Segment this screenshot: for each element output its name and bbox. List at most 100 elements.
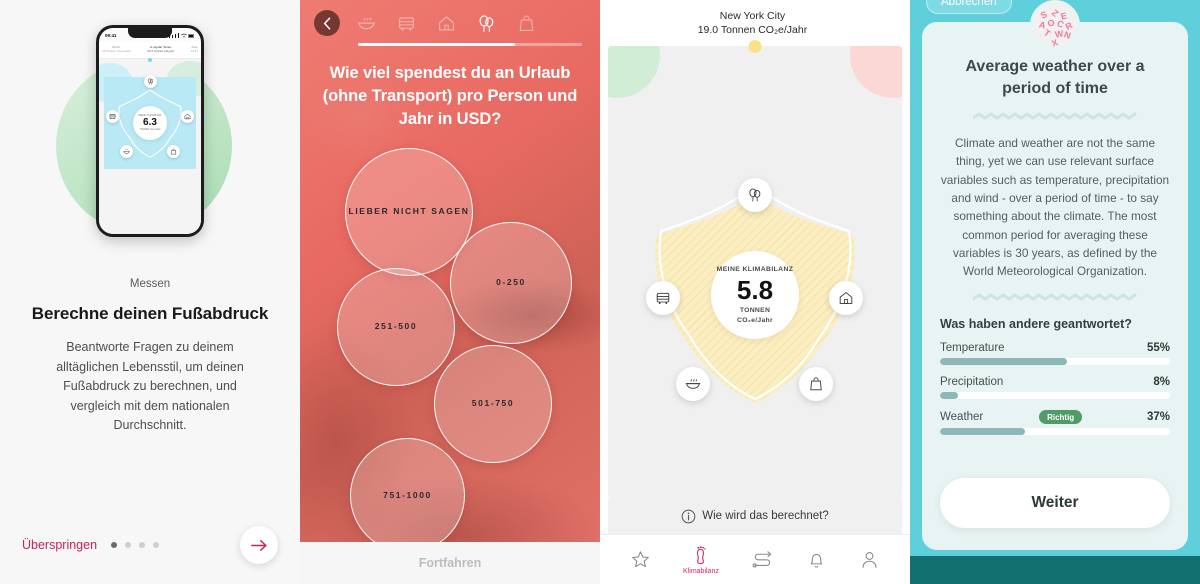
statusbar-time: 09:41 bbox=[105, 32, 117, 38]
poll-row-precipitation: Precipitation 8% bbox=[940, 376, 1170, 400]
category-home-icon[interactable] bbox=[437, 14, 456, 33]
onboarding-kicker: Messen bbox=[129, 278, 171, 290]
poll-pct-weather: 37% bbox=[1146, 411, 1170, 424]
nav-item-notifications[interactable] bbox=[806, 549, 827, 570]
onboarding-body: Beantworte Fragen zu deinem alltäglichen… bbox=[56, 340, 244, 432]
poll-results: Temperature 55% Precipitation 8% Weather bbox=[940, 342, 1170, 446]
answer-bubble-0[interactable]: LIEBER NICHT SAGEN bbox=[345, 148, 473, 276]
poll-row-weather: Weather Richtig 37% bbox=[940, 410, 1170, 436]
result-center-value: 5.8 bbox=[736, 275, 774, 306]
page-dot-4[interactable] bbox=[153, 542, 160, 548]
category-bag-icon[interactable] bbox=[517, 14, 536, 33]
phone-city-center: A regular Texan 24.3 Tonnes CO₂e/yr bbox=[147, 45, 175, 54]
nav-item-route[interactable] bbox=[751, 549, 774, 570]
page-dots bbox=[111, 542, 160, 548]
poll-label-precipitation: Precipitation bbox=[940, 376, 1004, 389]
nav-item-klimabilanz[interactable]: Klimabilanz bbox=[683, 545, 719, 575]
screenshot-strip: 09:41 Berlin 9.8 Tonnen CO₂e/Jahr A regu… bbox=[0, 0, 1200, 584]
wave-divider-top bbox=[972, 112, 1136, 120]
person-icon bbox=[862, 552, 877, 568]
result-node-bowl[interactable] bbox=[676, 367, 710, 401]
star-icon bbox=[632, 551, 649, 568]
explanation-card: S Z E A O C R T W N X Average weather ov… bbox=[922, 0, 1188, 550]
result-center-unit-1: TONNEN bbox=[739, 307, 771, 315]
panel-explanation: Abbrechen S Z E A O C R T W N X Average … bbox=[910, 0, 1200, 584]
footprint-icon bbox=[697, 545, 707, 564]
category-balloon-icon[interactable] bbox=[477, 14, 496, 33]
phone-slider-dot bbox=[148, 58, 152, 62]
answer-bubble-4[interactable]: 751-1000 bbox=[350, 438, 465, 553]
arrow-right-icon bbox=[250, 539, 267, 551]
category-bowl-icon[interactable] bbox=[357, 14, 376, 33]
result-node-balloon[interactable] bbox=[738, 178, 772, 212]
info-icon bbox=[681, 509, 696, 523]
poll-pct-precipitation: 8% bbox=[1153, 376, 1170, 389]
next-button[interactable] bbox=[240, 526, 278, 564]
onboarding-hero: 09:41 Berlin 9.8 Tonnen CO₂e/Jahr A regu… bbox=[0, 0, 300, 268]
correct-badge: Richtig bbox=[1039, 410, 1083, 425]
result-city-center: New York City 19.0 Tonnen CO₂e/Jahr bbox=[697, 9, 808, 36]
map-green-circle bbox=[608, 46, 660, 98]
onboarding-title: Berechne deinen Fußabdruck bbox=[31, 304, 269, 323]
chevron-left-icon bbox=[323, 16, 330, 30]
phone-mockup: 09:41 Berlin 9.8 Tonnen CO₂e/Jahr A regu… bbox=[96, 25, 204, 237]
bottom-nav: Klimabilanz bbox=[600, 534, 910, 584]
result-node-home[interactable] bbox=[829, 281, 863, 315]
back-button[interactable] bbox=[314, 10, 340, 36]
statusbar-icons bbox=[168, 32, 195, 38]
result-slider-dot[interactable] bbox=[748, 40, 762, 53]
skip-button[interactable]: Überspringen bbox=[22, 538, 97, 552]
phone-node-home bbox=[181, 110, 194, 123]
phone-node-balloon bbox=[143, 75, 157, 88]
result-node-bag[interactable] bbox=[799, 367, 833, 401]
nav-item-favorites[interactable] bbox=[630, 549, 651, 570]
poll-label-weather: Weather bbox=[940, 411, 984, 424]
explanation-title: Average weather over a period of time bbox=[965, 58, 1145, 97]
phone-footprint-widget: MEINE KLIMABILANZ 6.3 TONNEN CO₂e/Jahr bbox=[104, 75, 196, 169]
result-center-label: MEINE KLIMABILANZ bbox=[716, 266, 794, 274]
page-dot-1[interactable] bbox=[111, 542, 118, 548]
nav-item-profile[interactable] bbox=[859, 549, 880, 570]
how-calculated-button[interactable]: Wie wird das berechnet? bbox=[608, 498, 902, 534]
phone-center-value: 6.3 bbox=[143, 117, 157, 129]
phone-screen: 09:41 Berlin 9.8 Tonnen CO₂e/Jahr A regu… bbox=[99, 28, 201, 234]
poll-title: Was haben andere geantwortet? bbox=[940, 317, 1132, 332]
phone-node-bus bbox=[106, 110, 119, 123]
answer-bubble-2[interactable]: 251-500 bbox=[337, 268, 455, 386]
panel-onboarding: 09:41 Berlin 9.8 Tonnen CO₂e/Jahr A regu… bbox=[0, 0, 300, 584]
phone-center-unit: TONNEN CO₂e/Jahr bbox=[139, 128, 161, 131]
scattered-letters-icon: S Z E A O C R T W N X bbox=[1030, 0, 1080, 50]
map-pink-circle bbox=[850, 46, 902, 98]
answer-bubble-1[interactable]: 0-250 bbox=[450, 222, 572, 344]
poll-label-temperature: Temperature bbox=[940, 342, 1005, 355]
poll-bar-precipitation bbox=[940, 392, 1170, 400]
phone-node-bowl bbox=[120, 145, 133, 158]
bell-icon bbox=[810, 553, 823, 568]
onboarding-footer: Überspringen bbox=[0, 526, 300, 564]
category-bus-icon[interactable] bbox=[397, 14, 416, 33]
result-center-disc: MEINE KLIMABILANZ 5.8 TONNEN CO₂e/Jahr bbox=[711, 251, 799, 339]
cancel-button[interactable]: Abbrechen bbox=[926, 0, 1012, 14]
question-header bbox=[300, 0, 600, 46]
page-dot-3[interactable] bbox=[139, 542, 146, 548]
poll-bar-weather bbox=[940, 428, 1170, 436]
poll-pct-temperature: 55% bbox=[1146, 342, 1170, 355]
explanation-body: Climate and weather are not the same thi… bbox=[940, 136, 1170, 279]
how-calculated-label: Wie wird das berechnet? bbox=[702, 510, 829, 522]
category-icon-row bbox=[353, 14, 536, 33]
continue-button[interactable]: Fortfahren bbox=[300, 542, 600, 584]
question-text: Wie viel spendest du an Urlaub (ohne Tra… bbox=[322, 64, 578, 128]
panel-question: LIEBER NICHT SAGEN 0-250 251-500 501-750… bbox=[300, 0, 600, 584]
nav-label-klimabilanz: Klimabilanz bbox=[683, 567, 719, 575]
answer-bubble-3[interactable]: 501-750 bbox=[434, 345, 552, 463]
question-nav-row bbox=[314, 10, 586, 36]
result-center-unit-2: CO₂e/Jahr bbox=[737, 316, 773, 324]
phone-node-bag bbox=[167, 145, 180, 158]
result-footprint-widget: MEINE KLIMABILANZ 5.8 TONNEN CO₂e/Jahr bbox=[646, 178, 863, 409]
continue-weiter-button[interactable]: Weiter bbox=[940, 478, 1170, 528]
poll-bar-temperature bbox=[940, 358, 1170, 366]
panel-result: Berlin e/Jahr New York City 19.0 Tonnen … bbox=[600, 0, 910, 584]
phone-city-right: Asia 24.9 t bbox=[190, 45, 198, 54]
result-node-bus[interactable] bbox=[646, 281, 680, 315]
page-dot-2[interactable] bbox=[125, 542, 132, 548]
